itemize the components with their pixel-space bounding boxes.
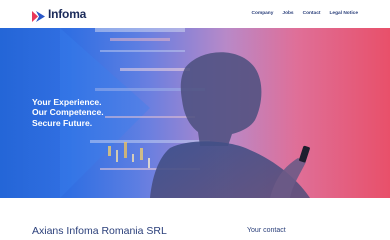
- nav-contact[interactable]: Contact: [303, 11, 321, 16]
- hero-banner: Your Experience. Our Competence. Secure …: [0, 28, 390, 198]
- hero-tagline: Your Experience. Our Competence. Secure …: [32, 97, 104, 128]
- contact-heading: Your contact: [247, 227, 286, 234]
- main-nav: Company Jobs Contact Legal Notice: [252, 11, 358, 16]
- brand-name: Infoma: [48, 7, 87, 21]
- hero-line-3: Secure Future.: [32, 117, 93, 128]
- hero-line-2: Our Competence.: [32, 107, 104, 118]
- nav-legal-notice[interactable]: Legal Notice: [329, 11, 358, 16]
- company-name-heading: Axians Infoma Romania SRL: [32, 225, 167, 237]
- hero-line-1: Your Experience.: [32, 97, 102, 107]
- nav-jobs[interactable]: Jobs: [282, 11, 293, 16]
- nav-company[interactable]: Company: [252, 11, 274, 16]
- site-header: Infoma Company Jobs Contact Legal Notice: [0, 0, 390, 28]
- infoma-logo[interactable]: Infoma: [32, 7, 87, 22]
- infoma-logo-icon: [32, 9, 45, 22]
